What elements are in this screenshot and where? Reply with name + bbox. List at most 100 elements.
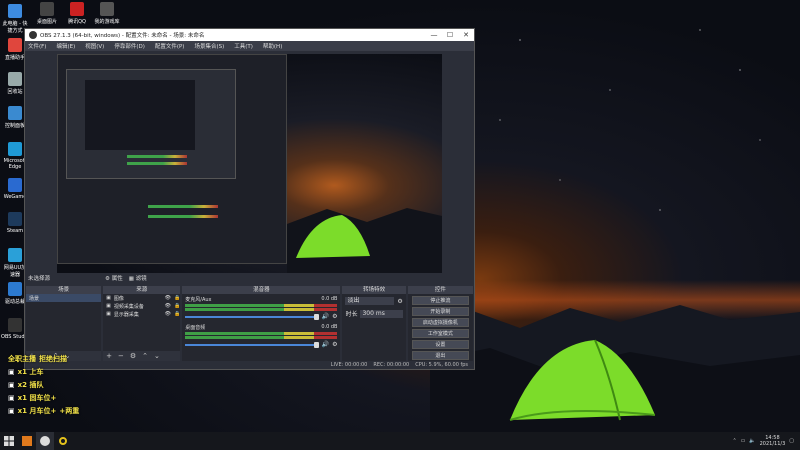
nested-preview-2	[66, 69, 236, 179]
menu-file[interactable]: 文件(F)	[28, 42, 46, 50]
minimize-button[interactable]: —	[426, 29, 442, 41]
menu-docks[interactable]: 停靠部件(D)	[114, 42, 145, 50]
scene-item[interactable]: 场景	[26, 294, 102, 302]
taskbar-app[interactable]	[18, 432, 36, 450]
scenes-dock: 场景 场景 + − ⌃ ⌄	[26, 286, 102, 361]
notification-icon[interactable]: ▢	[789, 438, 794, 444]
menu-scene-collection[interactable]: 场景集合(S)	[194, 42, 224, 50]
maximize-button[interactable]: ☐	[442, 29, 458, 41]
audio-mixer-dock: 混音器 麦克风/Aux 0.0 dB 🔊 ⚙ 桌面音频 0.0 dB 🔊 ⚙	[182, 286, 341, 361]
no-source-label: 未选择源	[28, 276, 51, 282]
source-item[interactable]: ▣ 显示器采集 👁 🔒	[103, 310, 180, 318]
app-icon	[8, 4, 22, 18]
title-bar: OBS 27.1.3 (64-bit, windows) - 配置文件: 未命名…	[25, 29, 474, 41]
filters-button[interactable]: ▦ 滤镜	[129, 274, 147, 282]
start-button[interactable]	[0, 432, 18, 450]
exit-button[interactable]: 退出	[411, 351, 469, 360]
window-title: OBS 27.1.3 (64-bit, windows) - 配置文件: 未命名…	[40, 33, 205, 39]
sprite-icon: ▣	[8, 368, 15, 376]
taskbar: ⌃ ▭ 🔈 14:58 2021/11/3 ▢	[0, 432, 800, 450]
speaker-icon[interactable]: 🔊	[322, 313, 329, 320]
app-icon	[8, 178, 22, 192]
taskbar-app[interactable]	[54, 432, 72, 450]
preview-tent	[296, 215, 370, 258]
mixer-title: 混音器	[182, 286, 341, 294]
sprite-icon: ▣	[8, 407, 15, 415]
app-icon	[8, 142, 22, 156]
desktop-icon[interactable]: 我的游戏库	[92, 2, 122, 25]
gear-icon[interactable]: ⚙	[332, 313, 337, 320]
app-icon	[70, 2, 84, 16]
menu-view[interactable]: 视图(V)	[85, 42, 104, 50]
remove-source-icon[interactable]: −	[118, 352, 124, 360]
preview-canvas[interactable]	[57, 54, 442, 273]
transitions-dock: 转场特效 淡出 ⚙ 时长 300 ms	[342, 286, 406, 361]
scenes-title: 场景	[26, 286, 102, 294]
app-icon	[59, 437, 67, 445]
sprite-icon: ▣	[8, 394, 15, 402]
desktop-icon[interactable]: 腾讯QQ	[62, 2, 92, 25]
transition-select[interactable]: 淡出	[345, 297, 395, 305]
speaker-icon[interactable]: 🔊	[322, 341, 329, 348]
overlay-line: ▣ x2 插队	[8, 381, 44, 389]
sources-title: 来源	[103, 286, 181, 294]
settings-button[interactable]: 设置	[411, 340, 469, 349]
mixer-channel-desktop: 桌面音频 0.0 dB 🔊 ⚙	[185, 324, 338, 348]
duration-label: 时长	[345, 311, 358, 318]
source-item[interactable]: ▣ 图像 👁 🔒	[103, 294, 180, 302]
menu-help[interactable]: 帮助(H)	[263, 42, 282, 50]
desktop-volume-slider[interactable]	[185, 341, 319, 348]
app-icon	[8, 318, 22, 332]
cpu-usage: CPU: 5.9%, 60.00 fps	[415, 362, 468, 368]
desktop-icon[interactable]: 桌面图片	[32, 2, 62, 25]
transitions-title: 转场特效	[342, 286, 406, 294]
desktop-icon-label: 腾讯QQ	[68, 19, 86, 25]
source-item[interactable]: ▣ 视频采集设备 👁 🔒	[103, 302, 180, 310]
up-icon[interactable]: ⌃	[142, 352, 148, 360]
obs-icon	[40, 436, 50, 446]
app-icon	[8, 282, 22, 296]
menu-profile[interactable]: 配置文件(P)	[155, 42, 185, 50]
speaker-icon[interactable]: 🔈	[749, 438, 755, 444]
studio-mode-button[interactable]: 工作室模式	[411, 329, 469, 338]
stop-streaming-button[interactable]: 停止推流	[411, 296, 469, 305]
menu-edit[interactable]: 编辑(E)	[56, 42, 75, 50]
virtual-camera-button[interactable]: 启动虚拟摄像机	[411, 318, 469, 327]
app-icon	[8, 38, 22, 52]
obs-window: OBS 27.1.3 (64-bit, windows) - 配置文件: 未命名…	[24, 28, 475, 370]
controls-dock: 控件 停止推流 开始录制 启动虚拟摄像机 工作室模式 设置 退出	[407, 286, 473, 362]
source-toolbar: 未选择源 ⚙ 属性 ▦ 滤镜	[25, 273, 474, 283]
overlay-line: ▣ x1 固车位+	[8, 394, 57, 402]
app-icon	[22, 436, 32, 446]
mixer-channel-mic: 麦克风/Aux 0.0 dB 🔊 ⚙	[185, 296, 338, 320]
clock[interactable]: 14:58 2021/11/3	[760, 435, 786, 447]
duration-input[interactable]: 300 ms	[360, 309, 403, 318]
close-button[interactable]: ✕	[458, 29, 474, 41]
gear-icon[interactable]: ⚙	[332, 341, 337, 348]
desktop-icon-label: 桌面图片	[36, 19, 57, 25]
tent-image	[509, 339, 656, 421]
start-recording-button[interactable]: 开始录制	[411, 307, 469, 316]
taskbar-obs[interactable]	[36, 432, 54, 450]
properties-button[interactable]: ⚙ 属性	[105, 274, 123, 282]
obs-logo-icon	[29, 31, 37, 39]
menu-bar: 文件(F) 编辑(E) 视图(V) 停靠部件(D) 配置文件(P) 场景集合(S…	[25, 41, 474, 51]
mic-volume-slider[interactable]	[185, 313, 319, 320]
dock-area: 场景 场景 + − ⌃ ⌄ 来源 ▣ 图像 👁 🔒 ▣ 视频采集设备 👁 🔒 ▣ 显示器采集 👁 🔒 +…	[25, 286, 474, 362]
gear-icon[interactable]: ⚙	[397, 298, 402, 305]
network-icon[interactable]: ▭	[741, 438, 746, 444]
app-icon	[8, 248, 22, 262]
chevron-up-icon[interactable]: ⌃	[732, 438, 736, 444]
menu-tools[interactable]: 工具(T)	[234, 42, 253, 50]
nested-preview-1	[57, 54, 287, 264]
rec-timer: REC: 00:00:00	[373, 362, 410, 368]
app-icon	[40, 2, 54, 16]
app-icon	[8, 72, 22, 86]
down-icon[interactable]: ⌄	[154, 352, 160, 360]
gear-icon[interactable]: ⚙	[130, 352, 136, 360]
app-icon	[8, 212, 22, 226]
add-source-icon[interactable]: +	[106, 352, 112, 360]
overlay-line: 全职主播 拒绝扫描	[8, 355, 67, 363]
status-bar: LIVE: 00:00:00 REC: 00:00:00 CPU: 5.9%, …	[25, 361, 474, 369]
live-timer: LIVE: 00:00:00	[330, 362, 368, 368]
